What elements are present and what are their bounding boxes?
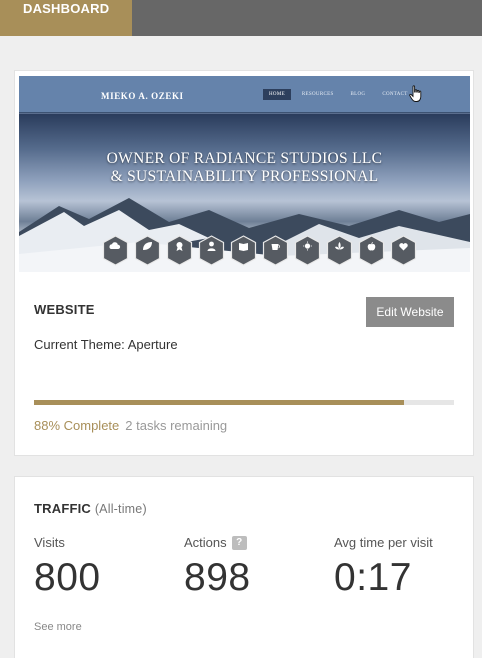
preview-menu-home: HOME <box>263 89 291 100</box>
edit-website-button[interactable]: Edit Website <box>366 297 454 327</box>
website-preview-thumbnail[interactable]: MIEKO A. OZEKI HOME RESOURCES BLOG CONTA… <box>19 76 470 272</box>
hero-line-2: & SUSTAINABILITY PROFESSIONAL <box>110 168 379 185</box>
traffic-subtitle: (All-time) <box>94 502 147 516</box>
stat-visits: Visits 800 <box>34 535 101 600</box>
preview-menu-blog: BLOG <box>350 92 366 97</box>
help-icon[interactable]: ? <box>231 535 247 550</box>
tasks-remaining: 2 tasks remaining <box>125 418 228 433</box>
actions-label: Actions <box>184 535 227 550</box>
top-bar: DASHBOARD <box>0 0 482 36</box>
preview-brand: MIEKO A. OZEKI <box>101 91 184 101</box>
book-icon <box>230 235 257 266</box>
traffic-card: TRAFFIC (All-time) Visits 800 Actions? 8… <box>14 476 474 658</box>
stat-avg-time: Avg time per visit 0:17 <box>334 535 433 600</box>
stat-label: Visits <box>34 535 101 550</box>
preview-hero: OWNER OF RADIANCE STUDIOS LLC & SUSTAINA… <box>19 114 470 272</box>
preview-nav: MIEKO A. OZEKI HOME RESOURCES BLOG CONTA… <box>19 76 470 113</box>
stat-label: Avg time per visit <box>334 535 433 550</box>
hand-cursor-icon <box>409 85 422 102</box>
apple-icon <box>358 235 385 266</box>
visits-label: Visits <box>34 535 65 550</box>
tab-dashboard[interactable]: DASHBOARD <box>0 0 132 36</box>
hero-line-1: OWNER OF RADIANCE STUDIOS LLC <box>106 150 383 167</box>
avg-time-label: Avg time per visit <box>334 535 433 550</box>
sun-icon <box>294 235 321 266</box>
progress-fill <box>34 400 404 405</box>
preview-hero-title: OWNER OF RADIANCE STUDIOS LLC & SUSTAINA… <box>19 150 470 186</box>
award-icon <box>166 235 193 266</box>
actions-value: 898 <box>184 556 251 599</box>
website-card: MIEKO A. OZEKI HOME RESOURCES BLOG CONTA… <box>14 70 474 456</box>
lotus-icon <box>326 235 353 266</box>
leaf-icon <box>134 235 161 266</box>
progress-bar <box>34 400 454 405</box>
stat-label: Actions? <box>184 535 251 550</box>
traffic-heading: TRAFFIC (All-time) <box>34 501 147 516</box>
heart-icon <box>390 235 417 266</box>
stat-actions: Actions? 898 <box>184 535 251 600</box>
visits-value: 800 <box>34 556 101 599</box>
cloud-icon <box>102 235 129 266</box>
user-icon <box>198 235 225 266</box>
avg-time-value: 0:17 <box>334 556 412 599</box>
preview-menu-resources: RESOURCES <box>301 92 334 97</box>
see-more-link[interactable]: See more <box>34 621 82 633</box>
cup-icon <box>262 235 289 266</box>
current-theme: Current Theme: Aperture <box>34 337 178 352</box>
traffic-title: TRAFFIC <box>34 501 91 516</box>
preview-icon-row <box>102 235 417 266</box>
progress-status: 88% Complete 2 tasks remaining <box>34 418 227 433</box>
website-title: WEBSITE <box>34 302 95 317</box>
preview-menu: HOME RESOURCES BLOG CONTACT <box>263 89 414 100</box>
progress-label: 88% Complete <box>34 418 120 433</box>
